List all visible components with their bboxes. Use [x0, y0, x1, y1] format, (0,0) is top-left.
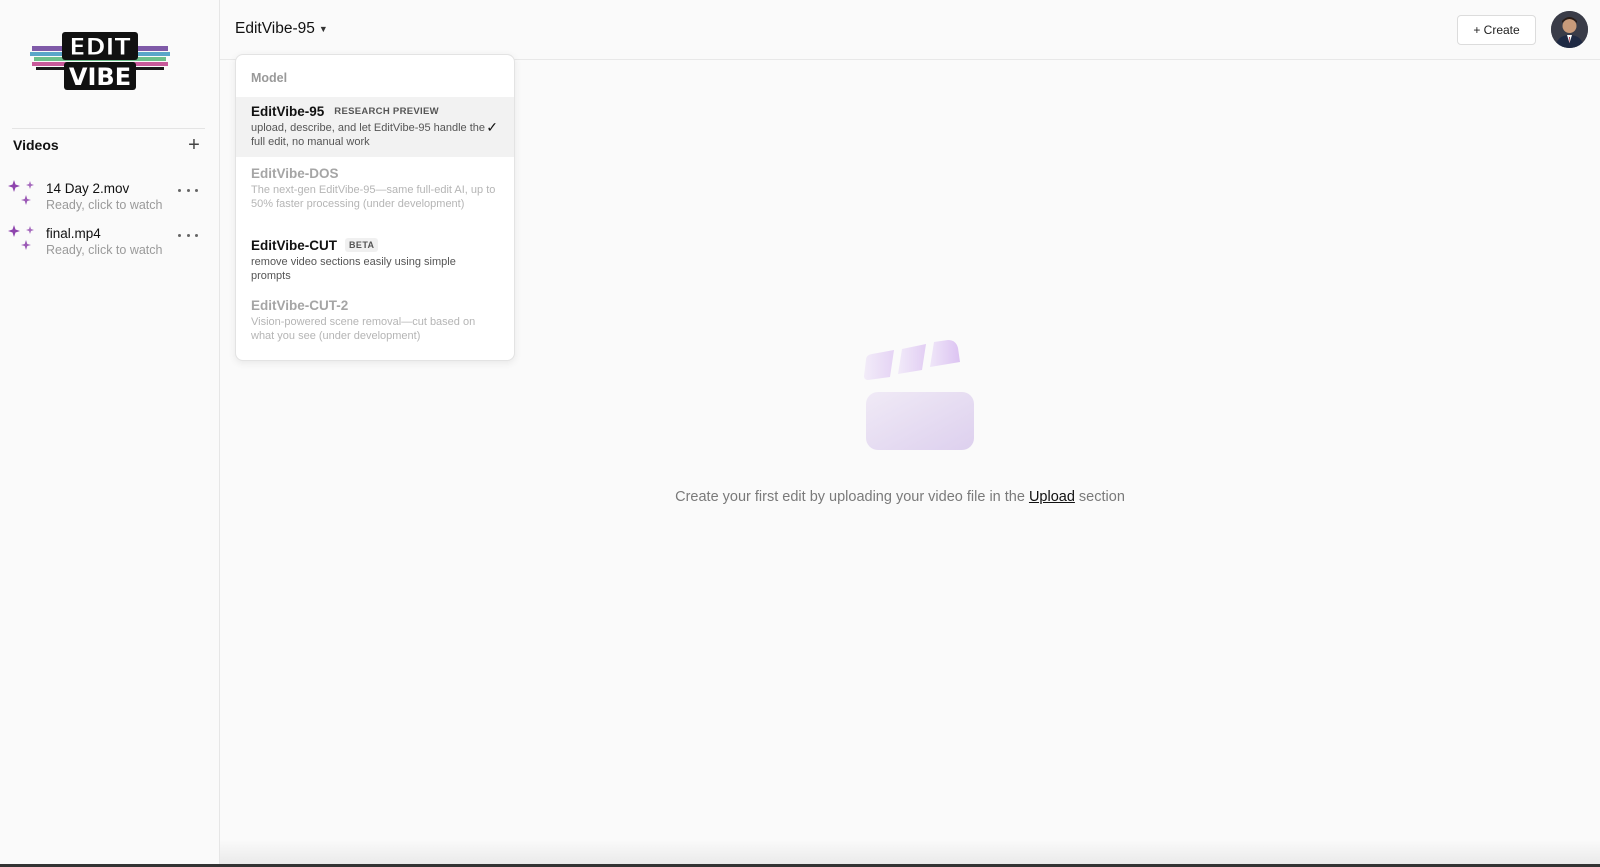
model-option-editvibe-cut[interactable]: EditVibe-CUT BETA remove video sections …	[236, 231, 514, 291]
upload-link[interactable]: Upload	[1029, 489, 1075, 505]
empty-text-after: section	[1074, 489, 1125, 505]
model-option-editvibe-cut-2[interactable]: EditVibe-CUT-2 Vision-powered scene remo…	[236, 291, 514, 351]
dot-icon	[195, 233, 198, 237]
logo-text-top: EDIT	[69, 33, 131, 61]
dot-icon	[186, 233, 190, 237]
bottom-shadow	[220, 840, 1600, 867]
model-name: EditVibe-CUT	[251, 237, 338, 253]
video-status: Ready, click to watch	[46, 243, 163, 257]
clapperboard-icon	[856, 340, 976, 455]
video-list-item[interactable]: final.mp4 Ready, click to watch	[8, 223, 208, 268]
model-description: remove video sections easily using simpl…	[251, 256, 456, 282]
dot-icon	[195, 188, 198, 192]
videos-header: Videos +	[13, 134, 203, 156]
model-name: EditVibe-CUT-2	[251, 297, 349, 313]
sparkle-icon	[8, 223, 40, 259]
model-name: EditVibe-DOS	[251, 165, 339, 181]
check-icon: ✓	[486, 119, 498, 135]
videos-title: Videos	[13, 137, 59, 153]
research-preview-badge: RESEARCH PREVIEW	[334, 105, 439, 117]
video-status: Ready, click to watch	[46, 198, 163, 212]
model-selector[interactable]: EditVibe-95 ▼	[235, 20, 328, 38]
model-description: Vision-powered scene removal—cut based o…	[251, 316, 476, 342]
caret-down-icon: ▼	[318, 24, 328, 34]
video-name: final.mp4	[46, 226, 101, 241]
logo-text-bottom: VIBE	[69, 63, 131, 91]
editvibe-logo[interactable]: EDIT VIBE	[30, 30, 170, 92]
add-video-button[interactable]: +	[185, 135, 203, 155]
model-option-editvibe-dos[interactable]: EditVibe-DOS The next-gen EditVibe-95—sa…	[236, 157, 514, 231]
main-area: EditVibe-95 ▼ + Create Model EditVibe-95…	[220, 0, 1600, 867]
beta-badge: BETA	[345, 238, 379, 252]
dot-icon	[186, 188, 190, 192]
empty-state-message: Create your first edit by uploading your…	[620, 489, 1180, 505]
model-name: EditVibe-95	[251, 103, 325, 119]
app-window: EDIT VIBE Videos + 14 Day 2.mov Ready, c…	[0, 0, 1600, 867]
topbar: EditVibe-95 ▼ + Create	[220, 0, 1600, 60]
model-dropdown: Model EditVibe-95 RESEARCH PREVIEW uploa…	[235, 54, 515, 361]
create-button[interactable]: + Create	[1457, 15, 1536, 45]
model-option-editvibe-95[interactable]: EditVibe-95 RESEARCH PREVIEW upload, des…	[236, 97, 514, 157]
user-avatar[interactable]	[1551, 11, 1588, 48]
more-options-button[interactable]	[178, 229, 198, 241]
sidebar: EDIT VIBE Videos + 14 Day 2.mov Ready, c…	[0, 0, 220, 867]
model-description: upload, describe, and let EditVibe-95 ha…	[251, 122, 486, 148]
video-list-item[interactable]: 14 Day 2.mov Ready, click to watch	[8, 178, 208, 223]
video-list: 14 Day 2.mov Ready, click to watch final…	[8, 178, 208, 268]
video-name: 14 Day 2.mov	[46, 181, 130, 196]
sparkle-icon	[8, 178, 40, 214]
model-selector-label: EditVibe-95	[235, 20, 315, 37]
dot-icon	[178, 188, 181, 192]
sidebar-divider	[12, 128, 205, 129]
more-options-button[interactable]	[178, 184, 198, 196]
model-description: The next-gen EditVibe-95—same full-edit …	[251, 184, 496, 210]
dropdown-label: Model	[251, 71, 288, 85]
dot-icon	[178, 233, 181, 237]
empty-text-before: Create your first edit by uploading your…	[675, 489, 1029, 505]
